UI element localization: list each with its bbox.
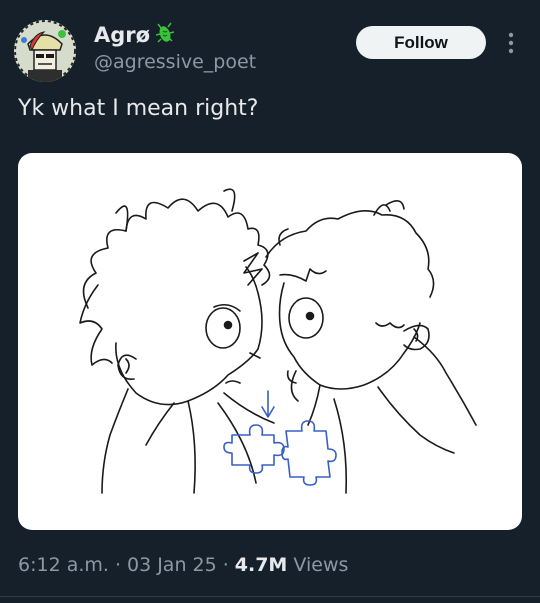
left-face	[115, 266, 263, 406]
display-name[interactable]: Agrø	[94, 23, 150, 47]
tweet-time[interactable]: 6:12 a.m.	[18, 554, 109, 576]
meta-separator: ·	[222, 554, 229, 576]
puzzle-piece-right	[281, 420, 337, 486]
tweet-image[interactable]	[18, 153, 522, 530]
puzzle-piece-left	[223, 424, 285, 474]
green-bug-icon	[155, 22, 175, 48]
views-count[interactable]: 4.7M	[235, 554, 288, 576]
meta-separator: ·	[114, 554, 121, 576]
right-hair	[265, 210, 435, 298]
views-label: Views	[293, 554, 349, 576]
left-hair	[82, 198, 271, 309]
tweet-date[interactable]: 03 Jan 25	[127, 554, 217, 576]
author-name-row[interactable]: Agrø	[94, 22, 175, 48]
divider	[0, 596, 540, 597]
author-handle[interactable]: @agressive_poet	[94, 51, 256, 73]
blue-arrow	[261, 390, 275, 418]
avatar[interactable]	[14, 20, 76, 82]
tweet-text: Yk what I mean right?	[18, 96, 259, 121]
tweet-meta: 6:12 a.m. · 03 Jan 25 · 4.7M Views	[18, 554, 348, 576]
more-options-icon[interactable]	[505, 30, 517, 56]
follow-button[interactable]: Follow	[356, 26, 486, 59]
